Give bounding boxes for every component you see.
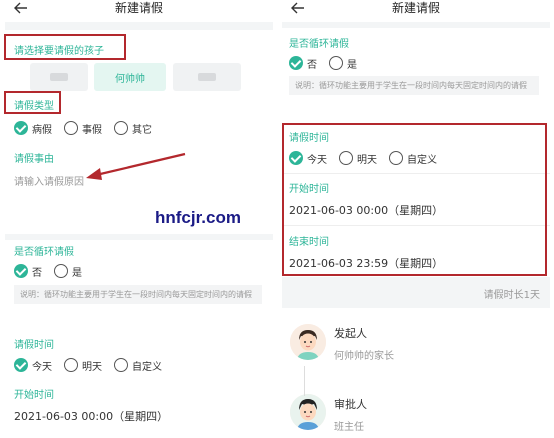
watermark: hnfcjr.com bbox=[155, 208, 241, 227]
annotation-arrow-icon bbox=[86, 152, 186, 180]
